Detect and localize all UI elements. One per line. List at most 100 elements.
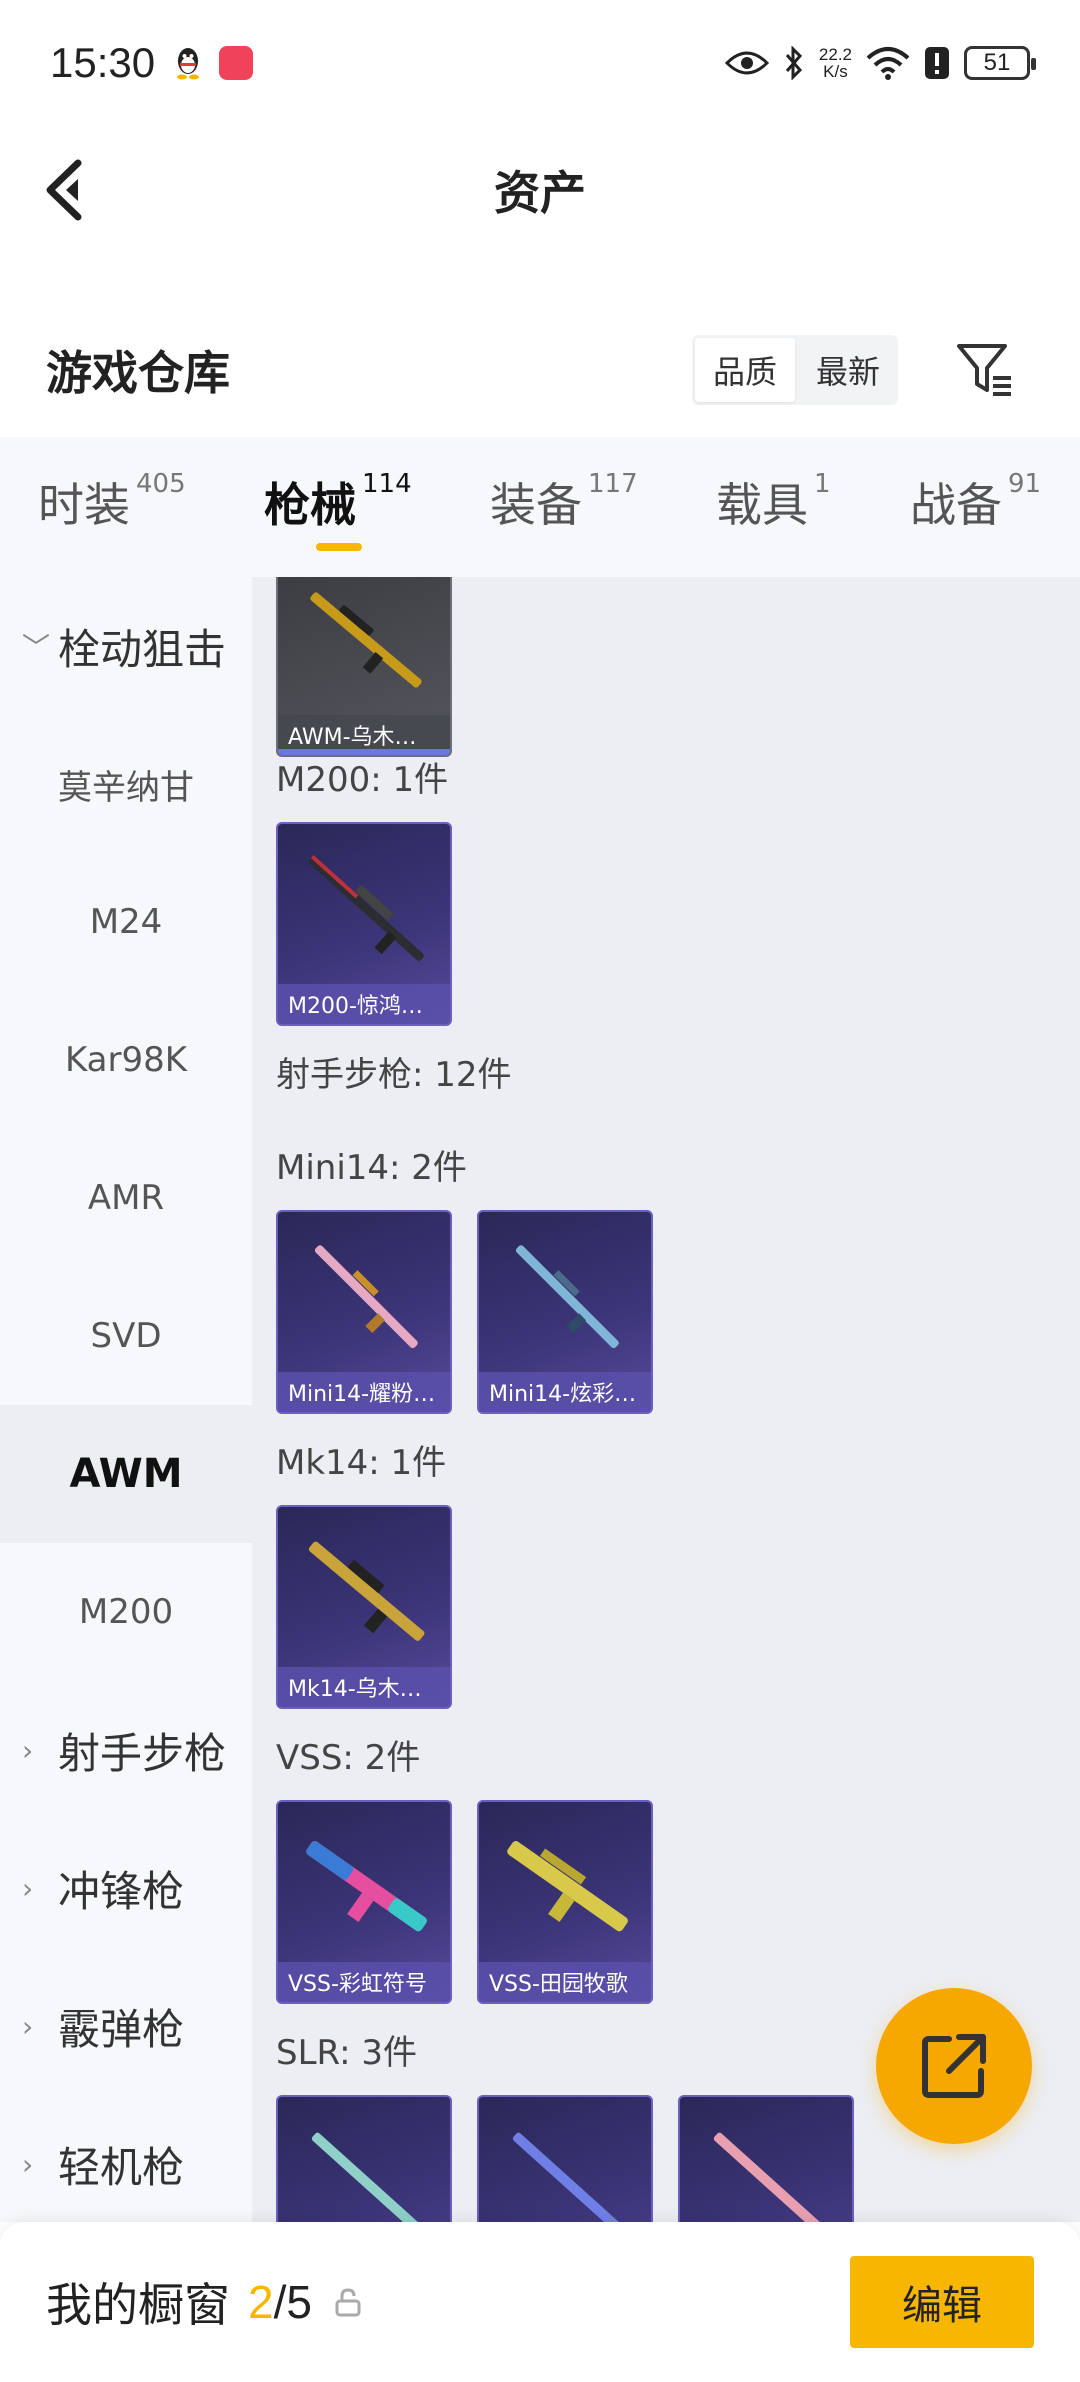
rifle-icon xyxy=(308,1541,425,1641)
speed-unit: K/s xyxy=(823,61,848,81)
skin-card-slr-2[interactable] xyxy=(477,2095,653,2222)
tab-equipment[interactable]: 装备 117 xyxy=(490,469,638,535)
section-label-mk14: Mk14: 1件 xyxy=(276,1443,447,1483)
share-fab-button[interactable] xyxy=(876,1988,1032,2144)
sidebar-item-label: 霰弹枪 xyxy=(58,2004,185,2054)
tab-count: 114 xyxy=(362,469,412,499)
sidebar-item-label: 轻机枪 xyxy=(58,2142,185,2192)
qq-icon xyxy=(177,47,200,79)
share-icon xyxy=(922,2034,986,2098)
warehouse-title: 游戏仓库 xyxy=(46,346,230,400)
tab-label: 战备 xyxy=(910,478,1002,532)
weapon-type-sidebar: ﹀ 栓动狙击 莫辛纳甘 M24 Kar98K AMR SVD AWM M200 … xyxy=(0,577,252,2222)
edit-button[interactable]: 编辑 xyxy=(850,2256,1034,2348)
wifi-icon xyxy=(866,46,910,80)
rifle-icon xyxy=(306,1841,427,1932)
section-label-mini14: Mini14: 2件 xyxy=(276,1148,467,1188)
sidebar-item-svd[interactable]: SVD xyxy=(0,1267,252,1405)
showcase-total: /5 xyxy=(273,2276,312,2328)
rifle-icon xyxy=(512,2132,622,2222)
showcase-count: 2/5 xyxy=(248,2275,312,2329)
card-label: Mini14-炫彩… xyxy=(479,1372,651,1412)
battery-indicator: 51 xyxy=(964,45,1036,80)
skin-card-slr-3[interactable] xyxy=(678,2095,854,2222)
skin-card-mini14-pink[interactable]: Mini14-耀粉… xyxy=(276,1210,452,1414)
tab-guns[interactable]: 枪械 114 xyxy=(264,469,412,535)
card-label: VSS-彩虹符号 xyxy=(278,1962,450,2002)
sidebar-item-kar98k[interactable]: Kar98K xyxy=(0,991,252,1129)
app-notification-icon xyxy=(219,45,254,80)
tab-label: 装备 xyxy=(490,478,582,532)
chevron-right-icon: › xyxy=(22,1733,34,1767)
status-time: 15:30 xyxy=(50,38,156,86)
rifle-icon xyxy=(314,1245,418,1349)
sidebar-group-shotgun[interactable]: › 霰弹枪 xyxy=(0,1957,252,2095)
sort-newest-button[interactable]: 最新 xyxy=(798,335,898,405)
rifle-icon xyxy=(311,2132,421,2222)
top-header: 资产 xyxy=(0,125,1080,255)
sidebar-group-dmr[interactable]: › 射手步枪 xyxy=(0,1681,252,1819)
card-label: Mini14-耀粉… xyxy=(278,1372,450,1412)
chevron-right-icon: › xyxy=(22,2009,34,2043)
page-title: 资产 xyxy=(494,166,586,220)
skin-card-vss-pastoral[interactable]: VSS-田园牧歌 xyxy=(477,1800,653,2004)
sidebar-item-amr[interactable]: AMR xyxy=(0,1129,252,1267)
weapon-grid: AWM-乌木… M200: 1件 M200-惊鸿… 射手步枪: 12件 Mini… xyxy=(252,577,1080,2222)
chevron-right-icon: › xyxy=(22,1871,34,1905)
tab-fashion[interactable]: 时装 405 xyxy=(38,469,186,535)
active-tab-indicator xyxy=(316,543,362,551)
bluetooth-icon xyxy=(785,45,802,80)
tab-count: 91 xyxy=(1008,469,1042,499)
filter-button[interactable] xyxy=(950,335,1020,405)
rifle-icon xyxy=(308,855,424,961)
tab-count: 405 xyxy=(136,469,186,499)
eye-icon xyxy=(724,51,769,74)
section-label-vss: VSS: 2件 xyxy=(276,1738,421,1778)
sidebar-group-smg[interactable]: › 冲锋枪 xyxy=(0,1819,252,1957)
network-speed: 22.2 K/s xyxy=(819,46,852,80)
chevron-down-icon: ﹀ xyxy=(22,631,51,664)
showcase-current: 2 xyxy=(248,2276,274,2328)
category-tabs: 时装 405 枪械 114 装备 117 载具 1 战备 91 xyxy=(0,437,1080,577)
skin-card-awm[interactable]: AWM-乌木… xyxy=(276,577,452,757)
card-label: VSS-田园牧歌 xyxy=(479,1962,651,2002)
skin-card-mini14-color[interactable]: Mini14-炫彩… xyxy=(477,1210,653,1414)
skin-card-slr-1[interactable] xyxy=(276,2095,452,2222)
lock-icon[interactable] xyxy=(334,2287,362,2317)
sidebar-item-label: 射手步枪 xyxy=(58,1728,227,1778)
section-label-m200: M200: 1件 xyxy=(276,760,449,800)
tab-combat-gear[interactable]: 战备 91 xyxy=(910,469,1041,535)
tab-vehicles[interactable]: 载具 1 xyxy=(716,469,831,535)
tab-label: 时装 xyxy=(38,478,130,532)
sort-quality-button[interactable]: 品质 xyxy=(694,338,795,402)
sidebar-group-bolt-action[interactable]: ﹀ 栓动狙击 xyxy=(0,577,252,715)
tab-label: 枪械 xyxy=(264,478,356,532)
sidebar-item-awm[interactable]: AWM xyxy=(0,1405,252,1543)
card-label: Mk14-乌木… xyxy=(278,1667,450,1707)
skin-card-mk14[interactable]: Mk14-乌木… xyxy=(276,1505,452,1709)
rifle-icon xyxy=(310,592,422,688)
section-label-slr: SLR: 3件 xyxy=(276,2033,417,2073)
sidebar-item-label: 冲锋枪 xyxy=(58,1866,185,1916)
notification-icons xyxy=(173,45,254,81)
speed-value: 22.2 xyxy=(818,44,852,64)
sidebar-item-m24[interactable]: M24 xyxy=(0,853,252,991)
rifle-icon xyxy=(515,1245,619,1349)
alert-icon xyxy=(925,46,949,79)
chevron-right-icon: › xyxy=(22,2147,34,2181)
tab-count: 1 xyxy=(814,469,831,499)
sort-toggle: 品质 最新 xyxy=(691,335,898,405)
system-status-icons: 22.2 K/s 51 xyxy=(724,45,1036,80)
sidebar-item-mosin[interactable]: 莫辛纳甘 xyxy=(0,715,252,853)
tab-count: 117 xyxy=(588,469,638,499)
sidebar-item-m200[interactable]: M200 xyxy=(0,1543,252,1681)
showcase-label: 我的橱窗 xyxy=(46,2278,230,2332)
back-icon[interactable] xyxy=(38,155,98,225)
skin-card-vss-rainbow[interactable]: VSS-彩虹符号 xyxy=(276,1800,452,2004)
status-bar: 15:30 22.2 K/s 51 xyxy=(0,0,1080,125)
showcase-bar: 我的橱窗 2/5 编辑 xyxy=(0,2222,1080,2382)
sidebar-group-lmg[interactable]: › 轻机枪 xyxy=(0,2095,252,2233)
filter-icon xyxy=(957,344,1011,396)
card-label: M200-惊鸿… xyxy=(278,984,450,1024)
skin-card-m200[interactable]: M200-惊鸿… xyxy=(276,822,452,1026)
